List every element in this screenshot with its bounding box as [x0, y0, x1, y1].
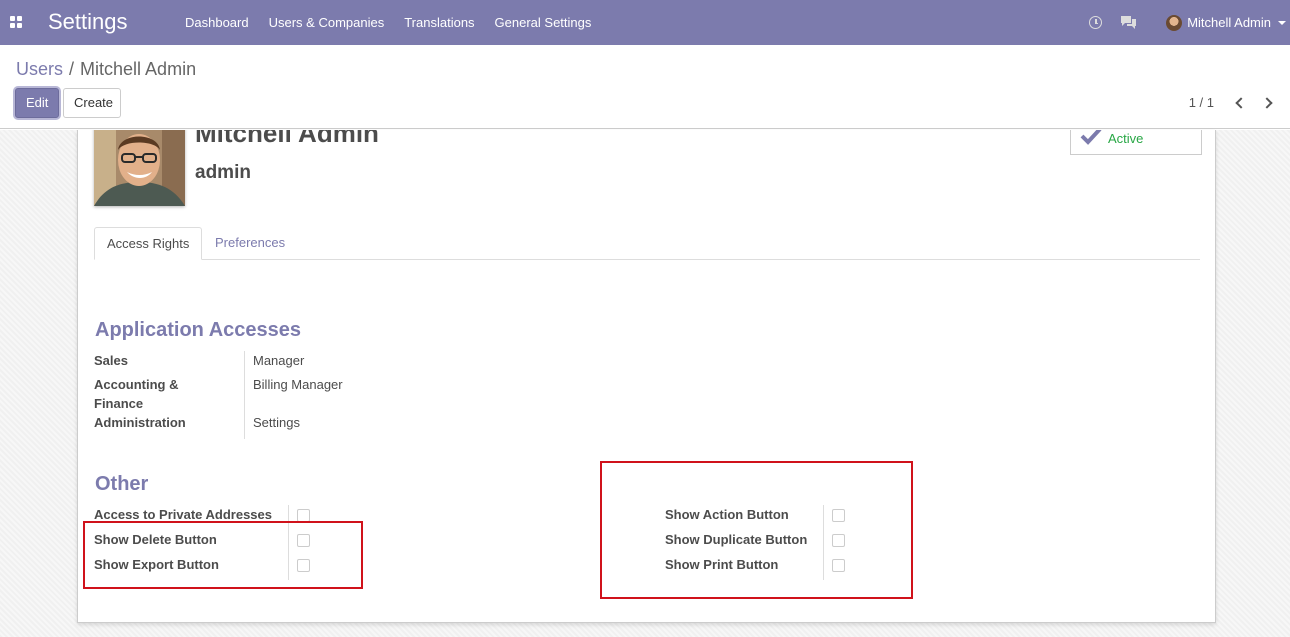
field-separator — [244, 351, 245, 439]
active-toggle-button[interactable]: Active — [1070, 130, 1202, 155]
activity-clock-icon[interactable] — [1089, 16, 1103, 29]
breadcrumb-users-link[interactable]: Users — [16, 59, 63, 79]
menu-item-users-companies[interactable]: Users & Companies — [259, 0, 395, 45]
record-name: Mitchell Admin — [195, 130, 379, 148]
pager-value[interactable]: 1 / 1 — [1189, 95, 1214, 110]
highlight-box-right — [600, 461, 913, 599]
chevron-left-icon[interactable] — [1235, 96, 1247, 109]
menu-item-dashboard[interactable]: Dashboard — [175, 0, 259, 45]
breadcrumb-current: Mitchell Admin — [80, 59, 197, 79]
field-label-sales: Sales — [94, 353, 128, 368]
check-icon — [1080, 130, 1102, 145]
chat-icon[interactable] — [1120, 15, 1137, 31]
record-login: admin — [195, 162, 251, 183]
breadcrumb: Users / Mitchell Admin — [16, 59, 196, 80]
top-navbar: Settings Dashboard Users & Companies Tra… — [0, 0, 1290, 45]
apps-menu-icon[interactable] — [10, 16, 22, 28]
create-button[interactable]: Create — [63, 88, 121, 118]
chevron-right-icon[interactable] — [1261, 96, 1273, 109]
field-value-accounting: Billing Manager — [253, 377, 343, 392]
field-value-administration: Settings — [253, 415, 300, 430]
tab-preferences[interactable]: Preferences — [203, 227, 297, 260]
menu-item-general-settings[interactable]: General Settings — [485, 0, 602, 45]
caret-down-icon — [1278, 20, 1286, 25]
control-panel: Users / Mitchell Admin Edit Create 1 / 1 — [0, 45, 1290, 129]
field-label-administration: Administration — [94, 415, 186, 430]
user-photo[interactable] — [94, 130, 185, 206]
menu-item-translations[interactable]: Translations — [394, 0, 484, 45]
avatar — [1166, 14, 1183, 31]
field-value-sales: Manager — [253, 353, 305, 368]
user-name: Mitchell Admin — [1187, 15, 1271, 30]
active-label: Active — [1108, 131, 1144, 146]
pager: 1 / 1 — [1189, 95, 1280, 110]
field-label-accounting: Accounting & Finance — [94, 377, 179, 411]
app-title: Settings — [48, 9, 128, 34]
navbar-systray: Mitchell Admin — [1089, 0, 1290, 45]
highlight-box-left — [83, 521, 363, 589]
user-menu[interactable]: Mitchell Admin — [1166, 14, 1286, 31]
edit-button[interactable]: Edit — [15, 88, 59, 118]
other-section-title: Other — [95, 473, 149, 495]
main-menu: Dashboard Users & Companies Translations… — [175, 0, 601, 45]
application-accesses-title: Application Accesses — [95, 319, 302, 341]
tab-access-rights[interactable]: Access Rights — [94, 227, 203, 260]
notebook-tabs: Access Rights Preferences — [94, 227, 1200, 260]
breadcrumb-separator: / — [69, 59, 75, 79]
